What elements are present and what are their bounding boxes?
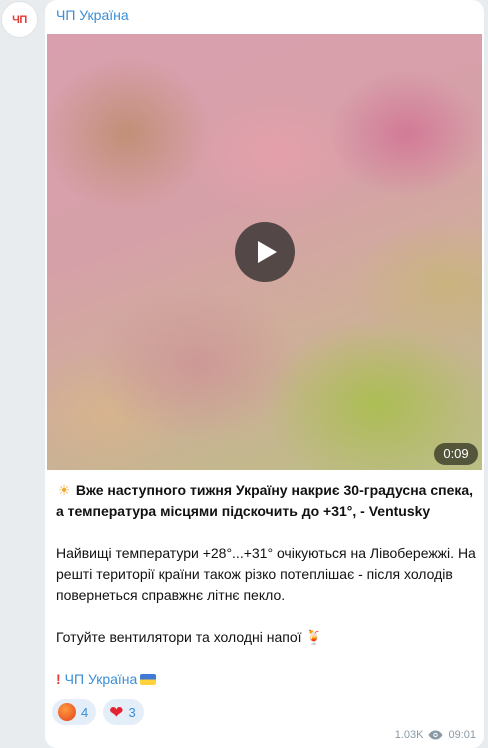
reaction-count: 4	[81, 704, 89, 720]
signature-link[interactable]: ЧП Україна	[65, 671, 138, 687]
channel-name[interactable]: ЧП Україна	[56, 7, 129, 23]
reaction-count: 3	[128, 704, 136, 720]
avatar-text: ЧП	[12, 13, 27, 26]
post-paragraph-2: Готуйте вентилятори та холодні напої	[56, 629, 302, 645]
heart-icon: ❤	[109, 702, 124, 722]
reactions-bar: 4 ❤ 3	[52, 699, 144, 725]
eye-icon	[428, 730, 443, 740]
channel-avatar[interactable]: ЧП	[1, 1, 38, 38]
message-meta: 1.03K 09:01	[395, 729, 476, 741]
exclamation-icon: !	[56, 671, 61, 687]
video-duration: 0:09	[434, 443, 478, 465]
post-paragraph-1: Найвищі температури +28°...+31° очікують…	[56, 545, 476, 603]
video-preview[interactable]: 0:09	[47, 34, 482, 470]
reaction-angry[interactable]: 4	[52, 699, 97, 725]
message-time: 09:01	[448, 729, 476, 741]
ukraine-flag-icon	[140, 674, 157, 685]
message-bubble: ЧП Україна 0:09 ☀ Вже наступного тижня У…	[45, 0, 484, 748]
post-signature: ! ЧП Україна	[56, 669, 476, 690]
sun-icon: ☀	[57, 482, 71, 498]
play-icon	[258, 241, 277, 263]
angry-face-icon	[58, 703, 76, 721]
post-headline: Вже наступного тижня Україну накриє 30-г…	[56, 482, 474, 519]
view-count: 1.03K	[394, 729, 424, 741]
cocktail-icon: 🍹	[305, 629, 323, 645]
play-button[interactable]	[235, 222, 295, 282]
reaction-heart[interactable]: ❤ 3	[103, 699, 144, 725]
post-text: ☀ Вже наступного тижня Україну накриє 30…	[56, 480, 476, 711]
